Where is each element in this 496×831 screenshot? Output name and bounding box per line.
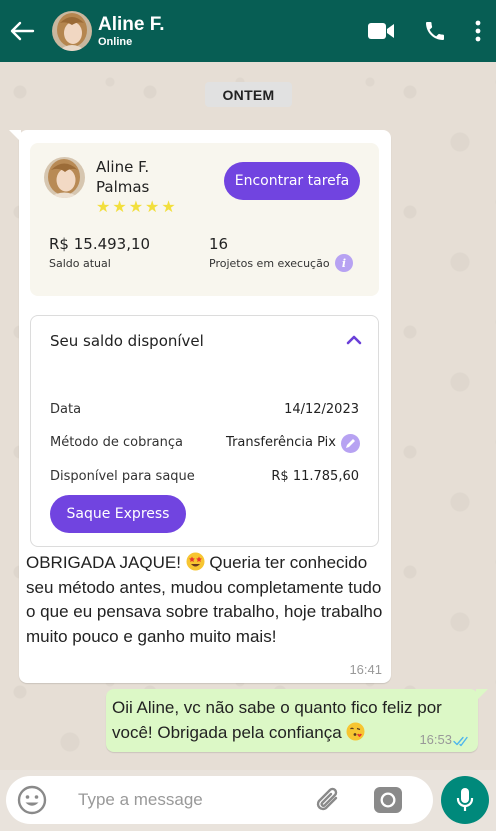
available-withdraw-value: R$ 11.785,60 bbox=[271, 469, 359, 484]
projects-count-value: 16 bbox=[209, 235, 229, 253]
edit-pencil-icon[interactable] bbox=[341, 434, 360, 453]
profile-card: Aline F. Palmas ★ ★ ★ ★ ★ Encontrar tare… bbox=[30, 143, 379, 296]
chat-header: Aline F. Online bbox=[0, 0, 496, 62]
emoji-icon[interactable] bbox=[16, 784, 48, 816]
contact-name[interactable]: Aline F. bbox=[98, 14, 165, 36]
microphone-button[interactable] bbox=[441, 776, 489, 824]
rating-stars: ★ ★ ★ ★ ★ bbox=[96, 200, 176, 216]
available-withdraw-label: Disponível para saque bbox=[50, 469, 195, 484]
read-receipt-icon bbox=[453, 734, 471, 747]
video-call-icon[interactable] bbox=[364, 14, 398, 48]
camera-icon[interactable] bbox=[372, 784, 404, 816]
message-composer bbox=[6, 776, 433, 824]
paperclip-icon[interactable] bbox=[312, 783, 346, 817]
back-arrow-icon[interactable] bbox=[8, 17, 36, 45]
saque-express-button[interactable]: Saque Express bbox=[50, 495, 186, 533]
current-balance-label: Saldo atual bbox=[49, 257, 111, 270]
payment-method-label: Método de cobrança bbox=[50, 435, 184, 450]
profile-avatar bbox=[44, 157, 85, 198]
message-input[interactable] bbox=[78, 790, 298, 810]
chat-area[interactable]: ONTEM Aline F. Palmas ★ ★ ★ ★ ★ Encontra… bbox=[0, 62, 496, 770]
find-task-button[interactable]: Encontrar tarefa bbox=[224, 162, 360, 200]
info-icon[interactable]: i bbox=[335, 254, 353, 272]
contact-status: Online bbox=[98, 35, 133, 48]
incoming-timestamp: 16:41 bbox=[349, 662, 382, 677]
balance-panel: Seu saldo disponível Data 14/12/2023 Mét… bbox=[30, 315, 379, 547]
star-icon: ★ bbox=[96, 199, 111, 216]
current-balance-value: R$ 15.493,10 bbox=[49, 235, 151, 253]
contact-avatar[interactable] bbox=[52, 11, 92, 51]
date-divider: ONTEM bbox=[205, 82, 292, 107]
outgoing-timestamp: 16:53 bbox=[419, 732, 452, 747]
outgoing-text: Oii Aline, vc não sabe o quanto fico fel… bbox=[112, 698, 442, 742]
date-value: 14/12/2023 bbox=[284, 402, 359, 417]
incoming-message[interactable]: Aline F. Palmas ★ ★ ★ ★ ★ Encontrar tare… bbox=[9, 130, 391, 683]
star-icon: ★ bbox=[145, 199, 160, 216]
chevron-up-icon[interactable] bbox=[344, 330, 364, 350]
balance-panel-title: Seu saldo disponível bbox=[50, 332, 204, 350]
star-icon: ★ bbox=[161, 199, 176, 216]
incoming-message-text: OBRIGADA JAQUE! Queria ter conhecido seu… bbox=[26, 551, 386, 649]
face-blowing-kiss-emoji-icon bbox=[346, 722, 365, 741]
more-vertical-icon[interactable] bbox=[466, 14, 490, 48]
star-icon: ★ bbox=[128, 199, 144, 216]
profile-name: Aline F. Palmas bbox=[96, 158, 150, 196]
star-struck-emoji-icon bbox=[186, 552, 205, 571]
outgoing-message-text: Oii Aline, vc não sabe o quanto fico fel… bbox=[112, 695, 467, 745]
phone-icon[interactable] bbox=[418, 14, 452, 48]
incoming-text-start: OBRIGADA JAQUE! bbox=[26, 553, 181, 572]
star-icon: ★ bbox=[112, 199, 127, 216]
date-label: Data bbox=[50, 402, 82, 417]
projects-count-label: Projetos em execução bbox=[209, 257, 330, 270]
payment-method-value: Transferência Pix bbox=[226, 435, 336, 450]
microphone-icon bbox=[456, 788, 474, 811]
outgoing-message[interactable]: Oii Aline, vc não sabe o quanto fico fel… bbox=[106, 689, 488, 752]
